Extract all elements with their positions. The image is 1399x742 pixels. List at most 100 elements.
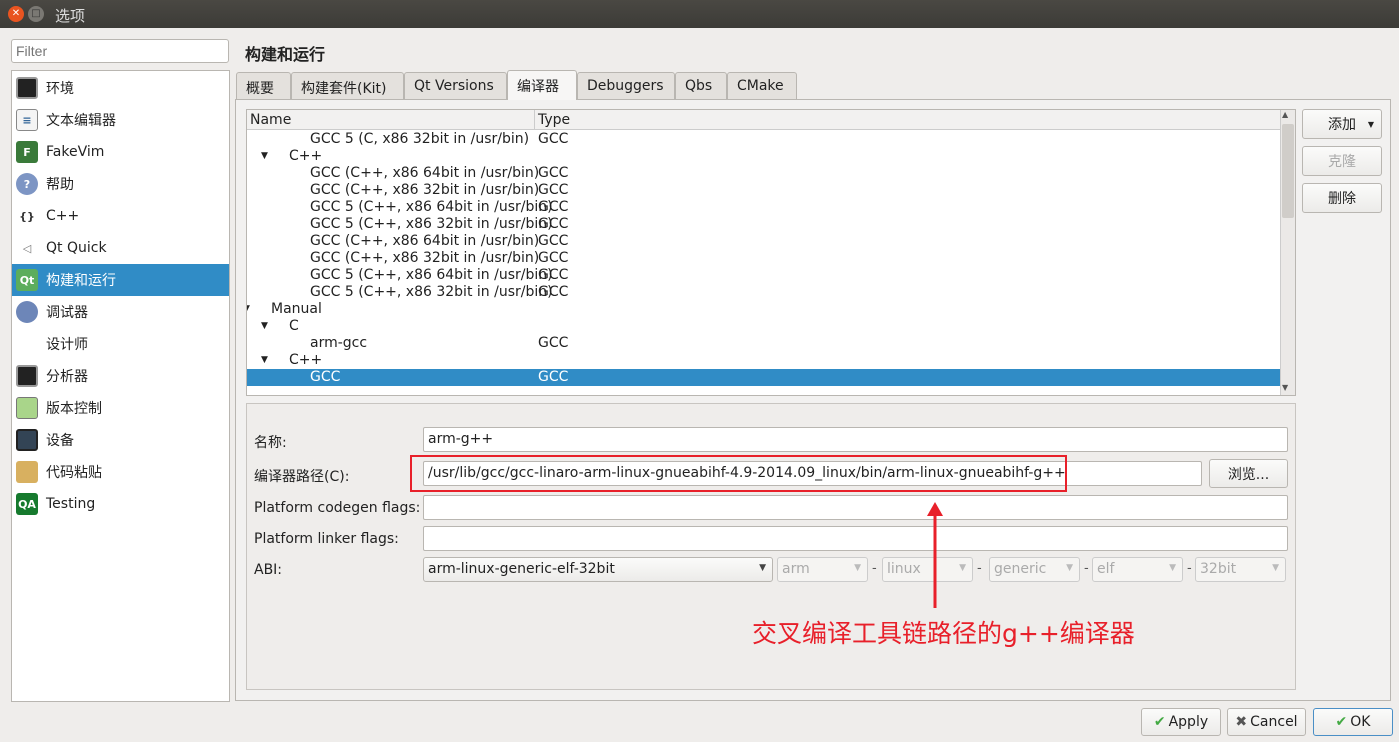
abi-part-value: 32bit <box>1200 561 1237 577</box>
scroll-thumb[interactable] <box>1282 124 1294 218</box>
compiler-tree[interactable]: Name Type GCC 5 (C, x86 32bit in /usr/bi… <box>246 109 1296 396</box>
sidebar-item-label: 文本编辑器 <box>46 113 116 129</box>
check-icon: ✔ <box>1335 714 1348 730</box>
tree-row-type: GCC <box>538 131 569 147</box>
maximize-button[interactable]: □ <box>28 6 44 22</box>
scroll-up-icon[interactable]: ▲ <box>1282 110 1288 119</box>
tree-row[interactable]: GCC 5 (C++, x86 64bit in /usr/bin) GCC <box>247 267 1281 284</box>
sidebar-item-label: Qt Quick <box>46 240 107 256</box>
dropdown-arrow-icon: ▼ <box>854 563 861 573</box>
linker-flags-input[interactable] <box>423 526 1288 551</box>
sidebar-item[interactable]: F FakeVim <box>12 136 229 168</box>
cancel-button[interactable]: ✖ Cancel <box>1227 708 1306 736</box>
tab[interactable]: CMake <box>727 72 797 99</box>
sidebar-item[interactable]: 环境 <box>12 72 229 104</box>
tab[interactable]: 构建套件(Kit) <box>291 72 404 99</box>
tree-row-type: GCC <box>538 233 569 249</box>
dropdown-arrow-icon: ▼ <box>1272 563 1279 573</box>
tree-row-type: GCC <box>538 267 569 283</box>
sidebar-item[interactable]: ? 帮助 <box>12 168 229 200</box>
sidebar-item[interactable]: Qt 构建和运行 <box>12 264 229 296</box>
add-button[interactable]: 添加 ▼ <box>1302 109 1382 139</box>
documents-icon <box>16 397 38 419</box>
abi-label: ABI: <box>254 562 283 578</box>
sidebar-item[interactable]: 分析器 <box>12 360 229 392</box>
tree-row[interactable]: ▼ C <box>247 318 1281 335</box>
tree-row[interactable]: GCC 5 (C++, x86 64bit in /usr/bin) GCC <box>247 199 1281 216</box>
remove-button[interactable]: 删除 <box>1302 183 1382 213</box>
sidebar-item[interactable]: ◁ Qt Quick <box>12 232 229 264</box>
sidebar-item[interactable]: {} C++ <box>12 200 229 232</box>
tree-row[interactable]: GCC GCC <box>247 369 1281 386</box>
sidebar-item[interactable]: QA Testing <box>12 488 229 520</box>
tree-row-type: GCC <box>538 250 569 266</box>
tree-row[interactable]: GCC 5 (C, x86 32bit in /usr/bin) GCC <box>247 131 1281 148</box>
tab[interactable]: 概要 <box>236 72 291 99</box>
apply-button[interactable]: ✔ Apply <box>1141 708 1221 736</box>
tree-row[interactable]: GCC (C++, x86 64bit in /usr/bin) GCC <box>247 233 1281 250</box>
tree-row[interactable]: GCC 5 (C++, x86 32bit in /usr/bin) GCC <box>247 284 1281 301</box>
tree-row-name: GCC 5 (C++, x86 64bit in /usr/bin) <box>310 267 553 283</box>
sidebar-item[interactable]: 设计师 <box>12 328 229 360</box>
sidebar-item-label: 构建和运行 <box>46 273 116 289</box>
tree-row-name: C++ <box>289 148 323 164</box>
tab[interactable]: Debuggers <box>577 72 675 99</box>
expand-arrow-icon[interactable]: ▼ <box>261 352 268 369</box>
tab[interactable]: Qt Versions <box>404 72 507 99</box>
column-header-name[interactable]: Name <box>247 110 535 130</box>
sidebar-item[interactable]: 调试器 <box>12 296 229 328</box>
abi-part-select[interactable]: generic ▼ <box>989 557 1080 582</box>
dropdown-arrow-icon: ▼ <box>959 563 966 573</box>
filter-input[interactable] <box>11 39 229 63</box>
cancel-label: Cancel <box>1250 714 1298 730</box>
qt-build-icon: Qt <box>16 269 38 291</box>
tree-row[interactable]: GCC 5 (C++, x86 32bit in /usr/bin) GCC <box>247 216 1281 233</box>
tree-row-name: C++ <box>289 352 323 368</box>
tree-row-type: GCC <box>538 284 569 300</box>
tree-row[interactable]: ▼ C++ <box>247 148 1281 165</box>
column-header-type[interactable]: Type <box>535 110 1295 130</box>
tree-row[interactable]: arm-gcc GCC <box>247 335 1281 352</box>
codegen-flags-input[interactable] <box>423 495 1288 520</box>
tab[interactable]: 编译器 <box>507 70 577 100</box>
ruler-brush-icon <box>16 333 38 355</box>
abi-part-select[interactable]: 32bit ▼ <box>1195 557 1286 582</box>
browse-button[interactable]: 浏览... <box>1209 459 1288 488</box>
linker-flags-label: Platform linker flags: <box>254 531 399 547</box>
title-bar: ✕ □ 选项 <box>0 0 1399 28</box>
sidebar-item-label: 设计师 <box>46 337 88 353</box>
sidebar-item-label: 调试器 <box>46 305 88 321</box>
sidebar-item[interactable]: 代码粘贴 <box>12 456 229 488</box>
tree-row[interactable]: ▼ C++ <box>247 352 1281 369</box>
tree-row[interactable]: GCC (C++, x86 32bit in /usr/bin) GCC <box>247 182 1281 199</box>
dropdown-arrow-icon: ▼ <box>1169 563 1176 573</box>
braces-icon: {} <box>19 209 35 223</box>
ok-button[interactable]: ✔ OK <box>1313 708 1393 736</box>
tree-row-name: GCC 5 (C++, x86 64bit in /usr/bin) <box>310 199 553 215</box>
expand-arrow-icon[interactable]: ▼ <box>261 148 268 165</box>
monitor-icon <box>16 77 38 99</box>
clone-button[interactable]: 克隆 <box>1302 146 1382 176</box>
sidebar-item-label: C++ <box>46 208 80 224</box>
abi-select[interactable]: arm-linux-generic-elf-32bit ▼ <box>423 557 773 582</box>
close-button[interactable]: ✕ <box>8 6 24 22</box>
tree-row[interactable]: GCC (C++, x86 64bit in /usr/bin) GCC <box>247 165 1281 182</box>
sidebar-item[interactable]: ≡ 文本编辑器 <box>12 104 229 136</box>
sidebar-item[interactable]: 版本控制 <box>12 392 229 424</box>
name-input[interactable]: arm-g++ <box>423 427 1288 452</box>
abi-part-select[interactable]: arm ▼ <box>777 557 868 582</box>
tree-row[interactable]: ▼ Manual <box>247 301 1281 318</box>
sidebar-item[interactable]: 设备 <box>12 424 229 456</box>
apply-label: Apply <box>1168 714 1209 730</box>
sidebar-item-label: 分析器 <box>46 369 88 385</box>
tab[interactable]: Qbs <box>675 72 727 99</box>
expand-arrow-icon[interactable]: ▼ <box>247 301 250 318</box>
tree-scrollbar[interactable]: ▲ ▼ <box>1280 110 1295 395</box>
scroll-down-icon[interactable]: ▼ <box>1282 383 1288 392</box>
ok-label: OK <box>1350 714 1371 730</box>
abi-part-select[interactable]: elf ▼ <box>1092 557 1183 582</box>
dropdown-arrow-icon: ▼ <box>1367 119 1374 129</box>
tree-row[interactable]: GCC (C++, x86 32bit in /usr/bin) GCC <box>247 250 1281 267</box>
category-list: 环境 ≡ 文本编辑器 F FakeVim? 帮助 {} C++ ◁ Qt Quick Qt 构建和运行… <box>11 70 230 702</box>
expand-arrow-icon[interactable]: ▼ <box>261 318 268 335</box>
